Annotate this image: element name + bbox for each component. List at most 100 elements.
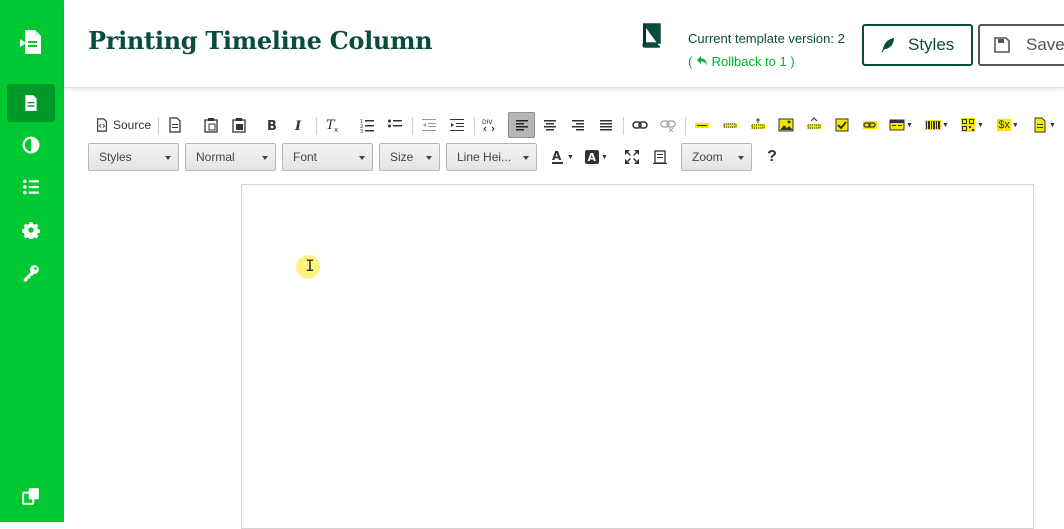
numbered-list-button[interactable]: 123 <box>356 112 378 138</box>
background-color-icon: A <box>585 150 600 164</box>
chevron-down-icon: ▼ <box>601 153 608 161</box>
paste-button[interactable] <box>200 112 222 138</box>
italic-button[interactable]: I <box>288 112 310 138</box>
outdent-icon <box>422 119 436 131</box>
unlink-button[interactable] <box>657 112 679 138</box>
sidebar-item-contrast[interactable] <box>7 126 55 164</box>
justify-button[interactable] <box>595 112 617 138</box>
insert-text-field-button[interactable] <box>691 112 713 138</box>
bold-button[interactable]: B <box>261 112 283 138</box>
list-icon <box>23 179 39 195</box>
rollback-close-paren: ) <box>790 54 795 69</box>
app-logo-icon[interactable] <box>18 28 44 56</box>
show-blocks-button[interactable] <box>649 144 671 170</box>
insert-tag-button[interactable] <box>747 112 769 138</box>
rollback-link[interactable]: Rollback to 1 <box>696 54 790 69</box>
chevron-down-icon <box>426 156 432 160</box>
align-right-icon <box>572 120 584 131</box>
toolbar-separator <box>412 117 413 135</box>
new-page-button[interactable] <box>164 112 186 138</box>
sidebar-item-settings[interactable] <box>7 211 55 249</box>
svg-text:DIV: DIV <box>482 119 493 126</box>
align-right-button[interactable] <box>567 112 589 138</box>
align-center-button[interactable] <box>539 112 561 138</box>
format-combo[interactable]: Normal <box>185 143 276 171</box>
sidebar-item-list[interactable] <box>7 168 55 206</box>
insert-table-dropdown[interactable]: ▼ <box>887 112 915 138</box>
toolbar-separator <box>685 117 686 135</box>
checkbox-icon <box>835 118 849 132</box>
paste-from-word-button[interactable] <box>228 112 250 138</box>
styles-combo[interactable]: Styles <box>88 143 179 171</box>
font-combo-label: Font <box>293 150 318 164</box>
table-field-icon <box>889 119 905 131</box>
new-page-icon <box>169 117 181 133</box>
insert-barcode-dropdown[interactable]: ▼ <box>923 112 951 138</box>
zoom-combo-label: Zoom <box>692 150 723 164</box>
contrast-icon <box>22 136 40 154</box>
font-combo[interactable]: Font <box>282 143 373 171</box>
copy-icon <box>22 488 39 505</box>
book-icon[interactable] <box>640 22 664 48</box>
header: Printing Timeline Column Current templat… <box>64 0 1064 88</box>
template-version-info: Current template version: 2 ( Rollback t… <box>688 27 845 73</box>
format-combo-label: Normal <box>196 150 235 164</box>
paste-word-icon <box>232 118 246 133</box>
styles-button[interactable]: Styles <box>862 24 973 66</box>
remove-format-button[interactable]: Tx <box>322 112 344 138</box>
insert-conditional-button[interactable] <box>803 112 825 138</box>
toolbar-separator <box>474 117 475 135</box>
chevron-down-icon: ▼ <box>567 153 574 161</box>
editor-content-area[interactable] <box>241 184 1034 529</box>
insert-hyperlink-field-button[interactable] <box>859 112 881 138</box>
chevron-down-icon: ▼ <box>1049 121 1056 129</box>
text-color-icon: A <box>552 149 564 164</box>
create-div-button[interactable]: DIV <box>478 112 500 138</box>
zoom-combo[interactable]: Zoom <box>681 143 752 171</box>
help-button[interactable]: ? <box>761 144 783 170</box>
line-height-combo-label: Line Hei... <box>457 150 512 164</box>
remove-format-icon: Tx <box>326 118 338 133</box>
align-left-button[interactable] <box>508 112 535 138</box>
background-color-dropdown[interactable]: A ▼ <box>582 144 610 170</box>
key-icon <box>23 265 39 282</box>
barcode-icon <box>925 120 942 130</box>
sidebar-item-copy[interactable] <box>7 477 55 515</box>
outdent-button[interactable] <box>418 112 440 138</box>
chevron-down-icon <box>262 156 268 160</box>
sidebar-item-key[interactable] <box>7 254 55 292</box>
text-cursor-icon: I <box>305 256 315 275</box>
bullet-list-icon <box>388 119 402 128</box>
save-button[interactable]: Save <box>978 24 1064 66</box>
indent-button[interactable] <box>446 112 468 138</box>
chevron-down-icon <box>738 156 744 160</box>
toolbar-separator <box>316 117 317 135</box>
insert-placeholder-button[interactable] <box>719 112 741 138</box>
size-combo-label: Size <box>390 150 414 164</box>
size-combo[interactable]: Size <box>379 143 440 171</box>
insert-checkbox-button[interactable] <box>831 112 853 138</box>
sidebar-item-document[interactable] <box>7 84 55 122</box>
link-button[interactable] <box>629 112 651 138</box>
insert-variable-dropdown[interactable]: $x ▼ <box>993 112 1023 138</box>
styles-combo-label: Styles <box>99 150 132 164</box>
feather-icon <box>881 38 894 53</box>
align-center-icon <box>544 120 556 131</box>
div-container-icon: DIV <box>482 119 495 132</box>
show-blocks-icon <box>653 150 667 164</box>
unlink-icon <box>660 120 676 133</box>
chevron-down-icon: ▼ <box>1011 121 1019 129</box>
text-color-dropdown[interactable]: A ▼ <box>548 144 576 170</box>
source-button[interactable]: Source <box>94 112 152 138</box>
sidebar <box>0 0 64 522</box>
insert-template-dropdown[interactable]: ▼ <box>1030 112 1058 138</box>
chevron-down-icon <box>523 156 529 160</box>
insert-qrcode-dropdown[interactable]: ▼ <box>958 112 986 138</box>
italic-icon: I <box>294 119 302 133</box>
line-height-combo[interactable]: Line Hei... <box>446 143 537 171</box>
variable-icon: $x <box>997 119 1011 131</box>
insert-image-button[interactable] <box>775 112 797 138</box>
paste-icon <box>204 118 218 133</box>
bullet-list-button[interactable] <box>384 112 406 138</box>
maximize-button[interactable] <box>621 144 643 170</box>
